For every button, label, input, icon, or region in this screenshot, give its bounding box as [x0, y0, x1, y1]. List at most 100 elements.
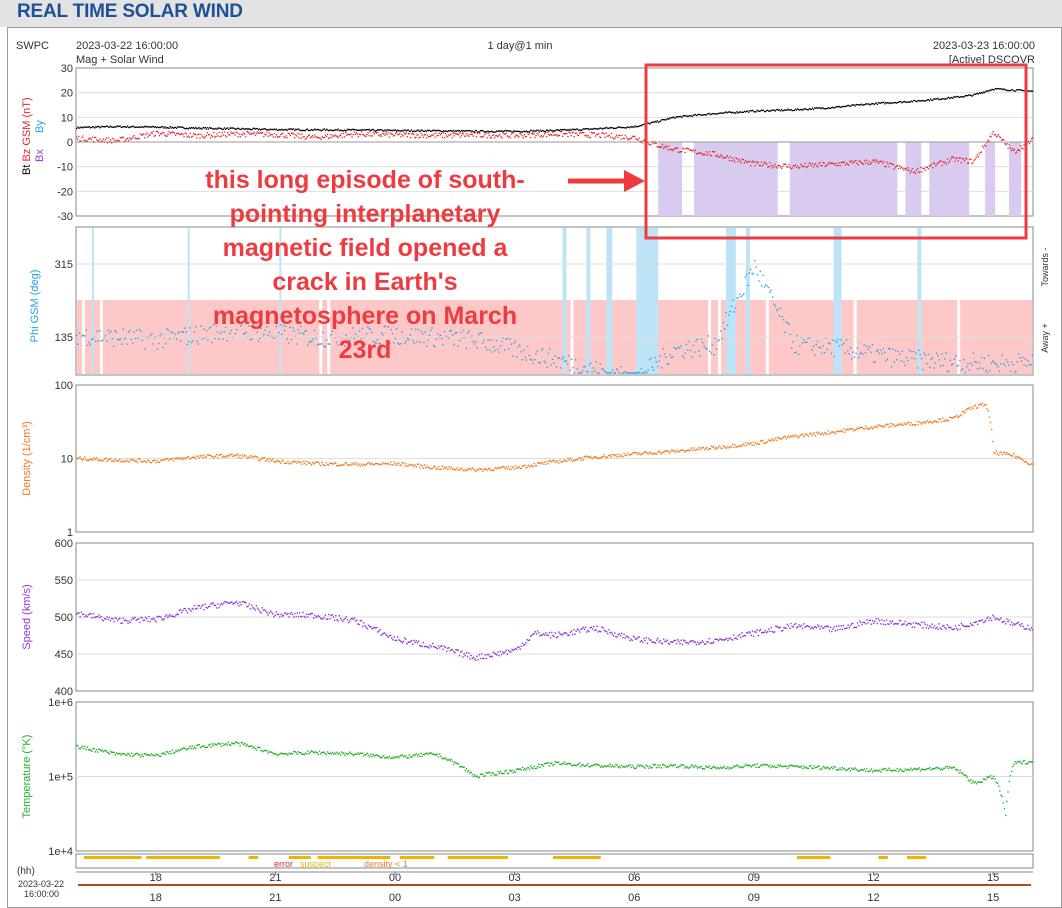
phi-point	[950, 364, 953, 366]
bz-point	[594, 135, 597, 137]
speed-point	[950, 626, 952, 629]
phi-point	[479, 332, 481, 334]
speed-ylabel: Speed (km/s)	[21, 584, 33, 649]
speed-point	[269, 610, 272, 612]
density-point	[989, 421, 992, 424]
bt-point	[324, 129, 327, 132]
speed-point	[937, 628, 939, 630]
bt-point	[708, 112, 710, 115]
temperature-point	[367, 754, 370, 756]
speed-point	[770, 626, 772, 629]
phi-point	[553, 362, 555, 364]
phi-point	[583, 366, 585, 368]
speed-point	[744, 635, 747, 637]
bz-point	[866, 159, 868, 161]
bz-point	[726, 155, 729, 157]
speed-point	[799, 626, 801, 628]
temperature-point	[742, 766, 744, 769]
temperature-point	[769, 764, 771, 767]
bz-point	[566, 133, 568, 135]
temperature-point	[91, 750, 93, 752]
bz-point	[771, 167, 773, 169]
density-point	[181, 457, 183, 459]
phi-point	[991, 360, 994, 362]
bz-point	[857, 164, 859, 166]
phi-point	[140, 330, 142, 333]
bz-point	[844, 164, 847, 166]
temperature-point	[174, 751, 176, 754]
phi-point	[408, 339, 410, 341]
speed-point	[842, 624, 845, 627]
density-point	[114, 458, 116, 460]
speed-point	[656, 639, 658, 641]
bz-point	[863, 159, 866, 162]
speed-point	[848, 626, 851, 629]
bz-point	[337, 136, 339, 139]
bz-point	[941, 164, 943, 167]
bz-point	[1031, 137, 1034, 139]
density-point	[616, 456, 618, 458]
speed-point	[122, 617, 125, 620]
speed-point	[968, 625, 971, 627]
temperature-point	[176, 750, 178, 753]
temperature-point	[414, 754, 416, 757]
phi-point	[510, 343, 513, 345]
density-point	[693, 447, 695, 449]
speed-point	[97, 616, 99, 618]
bz-point	[218, 131, 220, 134]
bz-point	[899, 165, 901, 167]
density-point	[184, 458, 186, 460]
phi-point	[730, 305, 733, 308]
bz-point	[475, 135, 478, 138]
bz-point	[617, 136, 619, 139]
phi-point	[218, 338, 220, 340]
phi-point	[468, 330, 470, 332]
speed-point	[679, 642, 681, 645]
speed-point	[169, 613, 171, 616]
speed-point	[428, 647, 430, 649]
density-point	[504, 467, 506, 470]
density-point	[190, 457, 192, 460]
phi-point	[795, 351, 797, 354]
bz-point	[425, 137, 428, 139]
temperature-point	[417, 753, 420, 756]
phi-point	[123, 338, 126, 340]
speed-point	[186, 612, 189, 614]
density-point	[713, 446, 715, 448]
phi-point	[536, 350, 539, 353]
speed-point	[904, 620, 907, 623]
bz-point	[221, 132, 223, 134]
phi-point	[944, 358, 946, 360]
bz-point	[875, 159, 877, 161]
phi-point	[365, 333, 368, 335]
density-point	[847, 429, 849, 431]
bt-point	[459, 131, 462, 133]
bz-point	[213, 131, 215, 134]
bz-point	[765, 162, 767, 164]
speed-point	[141, 617, 143, 619]
bz-point	[430, 135, 432, 137]
bz-point	[81, 137, 83, 139]
temperature-point	[140, 756, 142, 758]
phi-point	[428, 334, 431, 337]
bz-point	[499, 133, 501, 135]
bz-point	[971, 163, 973, 165]
density-point	[443, 466, 446, 468]
density-point	[155, 461, 157, 464]
bz-point	[769, 162, 771, 164]
density-point	[892, 424, 895, 426]
speed-point	[583, 628, 586, 630]
bz-point	[909, 172, 911, 174]
density-point	[242, 455, 245, 458]
speed-point	[267, 614, 269, 616]
temperature-point	[128, 753, 130, 756]
density-point	[1015, 455, 1017, 457]
phi-point	[305, 329, 308, 332]
phi-point	[845, 339, 848, 341]
temperature-point	[521, 766, 524, 769]
bz-point	[343, 136, 346, 138]
phi-ytick-label: 135	[55, 332, 73, 344]
speed-point	[395, 639, 398, 642]
temperature-point	[657, 764, 659, 766]
phi-point	[878, 352, 880, 354]
